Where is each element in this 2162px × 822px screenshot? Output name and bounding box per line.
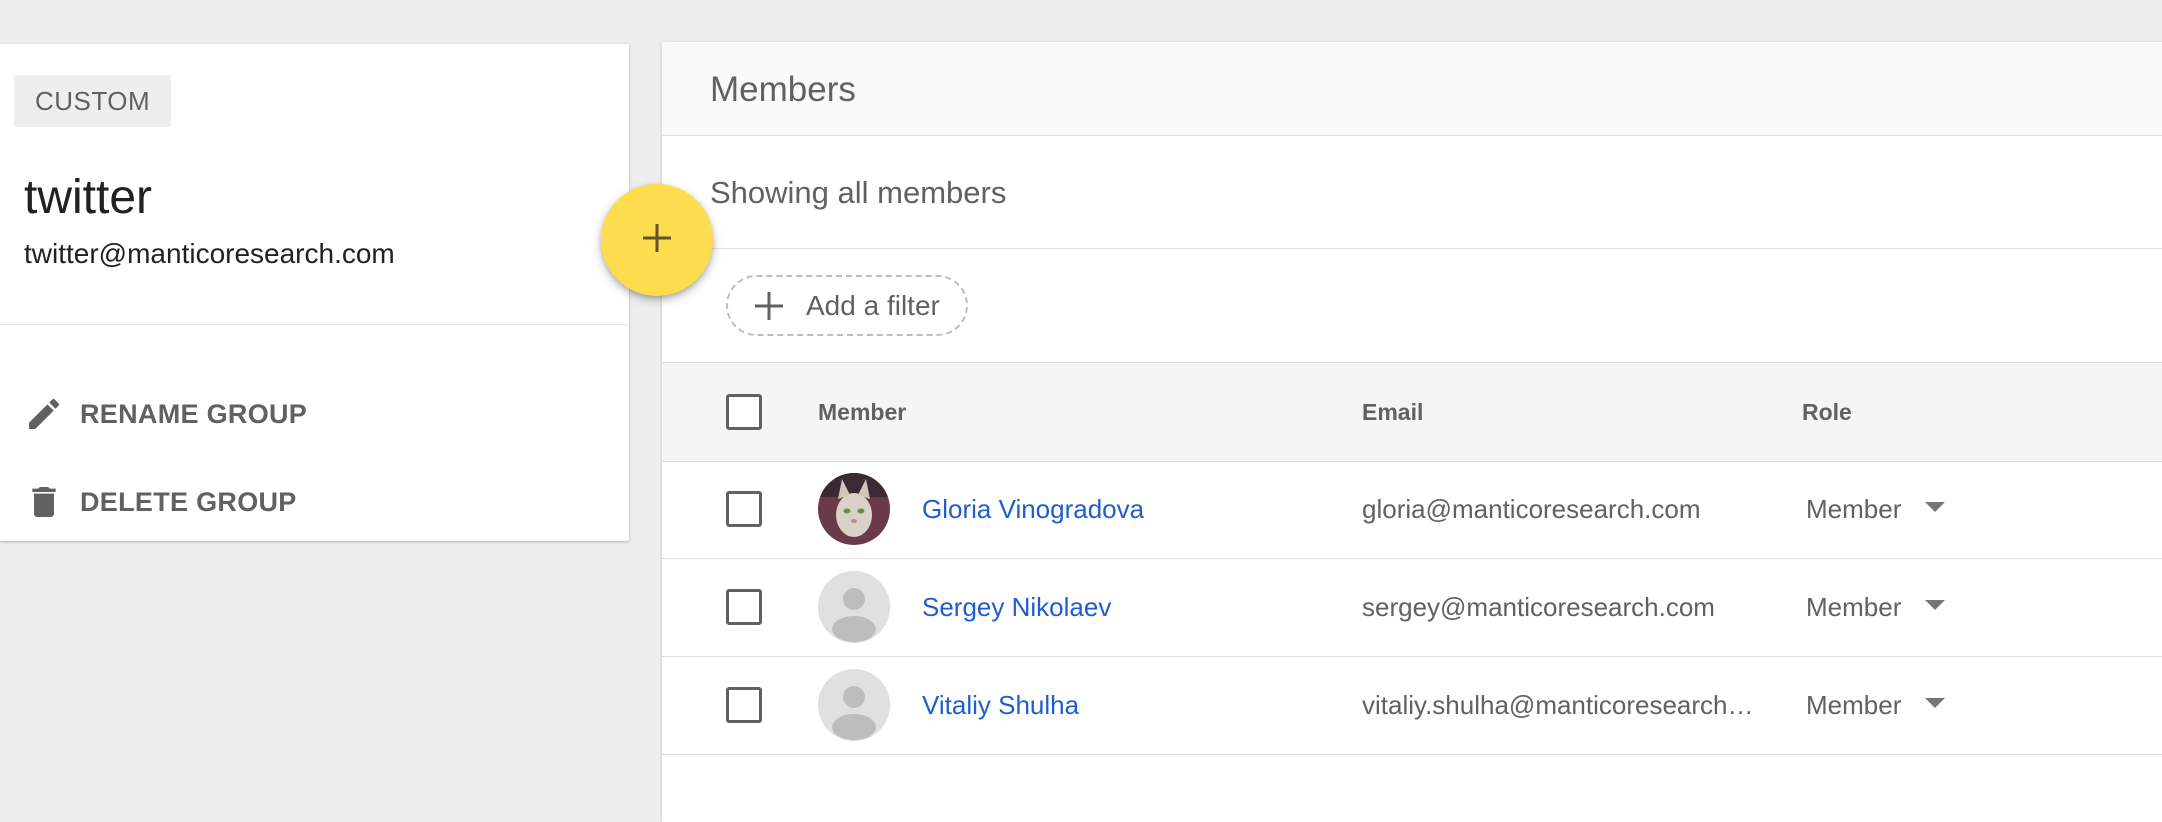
role-value: Member — [1806, 690, 1902, 720]
divider — [0, 324, 629, 325]
default-avatar-icon — [818, 669, 890, 741]
members-panel: Members Showing all members Add a filter… — [662, 42, 2162, 822]
member-name-link[interactable]: Gloria Vinogradova — [922, 461, 1144, 558]
table-row: Sergey Nikolaev sergey@manticoresearch.c… — [662, 559, 2162, 657]
member-name-link[interactable]: Vitaliy Shulha — [922, 657, 1079, 754]
member-email: vitaliy.shulha@manticoresearch.com — [1362, 690, 1757, 720]
group-type-chip: CUSTOM — [14, 75, 172, 127]
table-row: Gloria Vinogradova gloria@manticoresearc… — [662, 461, 2162, 559]
add-filter-label: Add a filter — [806, 289, 940, 321]
row-checkbox[interactable] — [726, 491, 762, 527]
row-checkbox[interactable] — [726, 687, 762, 723]
plus-icon — [639, 220, 675, 261]
default-avatar-icon — [818, 571, 890, 643]
rename-group-button[interactable]: RENAME GROUP — [24, 386, 307, 442]
member-name-link[interactable]: Sergey Nikolaev — [922, 559, 1111, 656]
role-select[interactable]: Member — [1806, 461, 1947, 558]
table-row: Vitaliy Shulha vitaliy.shulha@manticores… — [662, 657, 2162, 755]
role-value: Member — [1806, 592, 1902, 622]
members-header: Members — [662, 42, 2162, 136]
add-filter-button[interactable]: Add a filter — [726, 275, 968, 336]
avatar — [818, 473, 890, 545]
showing-members-text: Showing all members — [710, 175, 1007, 210]
dropdown-arrow-icon — [1923, 598, 1947, 617]
role-select[interactable]: Member — [1806, 559, 1947, 656]
column-header-email[interactable]: Email — [1362, 363, 1423, 461]
add-member-fab[interactable] — [601, 184, 713, 296]
row-checkbox[interactable] — [726, 589, 762, 625]
divider — [662, 248, 2162, 249]
select-all-checkbox[interactable] — [726, 394, 762, 430]
pencil-icon — [24, 394, 64, 434]
delete-group-button[interactable]: DELETE GROUP — [24, 474, 297, 530]
dropdown-arrow-icon — [1923, 696, 1947, 715]
panel-title: Members — [710, 70, 856, 109]
role-value: Member — [1806, 494, 1902, 524]
trash-icon — [24, 482, 64, 522]
plus-icon — [752, 289, 786, 323]
group-card: CUSTOM twitter twitter@manticoresearch.c… — [0, 44, 629, 541]
dropdown-arrow-icon — [1923, 500, 1947, 519]
column-header-role[interactable]: Role — [1802, 363, 1852, 461]
group-email: twitter@manticoresearch.com — [24, 238, 395, 269]
member-email: gloria@manticoresearch.com — [1362, 494, 1701, 524]
member-email: sergey@manticoresearch.com — [1362, 592, 1715, 622]
group-name: twitter — [24, 171, 153, 224]
column-header-member[interactable]: Member — [818, 363, 906, 461]
rename-group-label: RENAME GROUP — [80, 398, 308, 429]
members-table-header: Member Email Role — [662, 362, 2162, 462]
delete-group-label: DELETE GROUP — [80, 486, 297, 517]
role-select[interactable]: Member — [1806, 657, 1947, 754]
